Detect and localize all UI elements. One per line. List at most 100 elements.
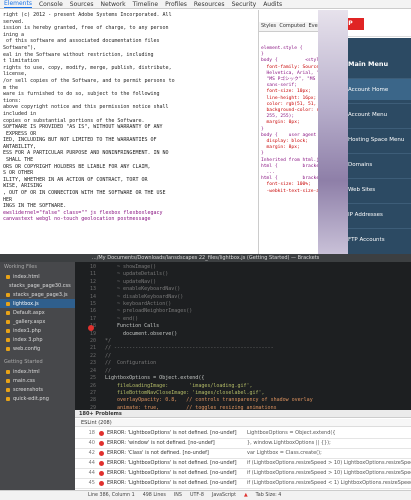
error-marker-icon[interactable] — [88, 325, 94, 331]
problem-line: 44 — [88, 460, 95, 467]
problem-message: ERROR: 'window' is not defined. [no-unde… — [107, 440, 215, 447]
working-file-item[interactable]: _gallery.aspx — [0, 317, 75, 326]
menu-item-label: Domains — [348, 161, 373, 168]
menu-item-label: Web Sites — [348, 186, 376, 193]
file-icon — [6, 274, 10, 279]
line-number: 24 — [89, 367, 96, 374]
project-file-item[interactable]: screenshots — [0, 385, 75, 394]
file-icon — [6, 346, 10, 351]
error-icon — [99, 480, 104, 486]
working-file-item[interactable]: Default.aspx — [0, 308, 75, 317]
encoding-selector[interactable]: UTF-8 — [190, 493, 204, 498]
problem-line: 45 — [88, 480, 95, 487]
code-text[interactable]: ~ showImage() ~ updateDetails() ~ update… — [101, 262, 406, 410]
source-line: ware is furnished to do so, subject to t… — [3, 91, 160, 98]
source-line: tions: — [3, 97, 22, 104]
working-file-item[interactable]: web.config — [0, 344, 75, 353]
language-selector[interactable]: JavaScript — [212, 493, 236, 498]
code-line: ~ updateDetails() — [105, 271, 169, 278]
devtools-tab[interactable]: Sources — [70, 1, 94, 8]
code-editor[interactable]: 1011121314151617181920212223242526272829… — [75, 262, 411, 410]
file-icon — [6, 292, 10, 297]
source-line: served. — [3, 18, 25, 25]
problem-source: if (LightboxOptions.resizeSpeed > 10) Li… — [247, 470, 411, 477]
code-line: // — [105, 352, 112, 359]
window-title: …/My Documents/Downloads/lansdscapes 22_… — [0, 254, 411, 262]
code-line: ~ keyboardAction() — [105, 301, 172, 308]
problems-header[interactable]: 180+ Problems — [75, 410, 411, 418]
styles-pane-tabs[interactable]: Styles Computed Event Listeners — [259, 22, 318, 32]
source-line: Software"), — [3, 44, 37, 51]
problem-message: ERROR: 'LightboxOptions' is not defined.… — [107, 470, 237, 477]
devtools-tab[interactable]: Profiles — [165, 1, 187, 8]
problem-row[interactable]: 18 ERROR: 'LightboxOptions' is not define… — [75, 429, 411, 439]
working-file-item[interactable]: index.html — [0, 272, 75, 281]
working-file-item[interactable]: stacks_page_page3.js — [0, 290, 75, 299]
project-file-item[interactable]: main.css — [0, 376, 75, 385]
style-rule-line: -webkit-text-size-adjust: 100%; — [266, 188, 318, 194]
project-file-item[interactable]: index.html — [0, 367, 75, 376]
problem-row[interactable]: 42 ERROR: 'Class' is not defined. [no-und… — [75, 449, 411, 459]
line-number: 13 — [89, 286, 96, 293]
line-number: 23 — [89, 360, 96, 367]
tab-size[interactable]: Tab Size: 4 — [256, 493, 282, 498]
problem-message: ERROR: 'LightboxOptions' is not defined.… — [107, 460, 237, 467]
eslint-group[interactable]: ESLint (208) — [75, 419, 411, 427]
problem-row[interactable]: 44 ERROR: 'LightboxOptions' is not define… — [75, 459, 411, 469]
error-icon — [99, 470, 104, 476]
source-line: ORS OR COPYRIGHT HOLDERS BE LIABLE FOR A… — [3, 163, 151, 170]
devtools-tab[interactable]: Elements — [4, 0, 32, 8]
line-number: 17 — [89, 315, 96, 322]
status-bar: Line 386, Column 1 498 Lines INS UTF-8 J… — [0, 490, 411, 500]
line-number: 28 — [89, 397, 96, 404]
working-file-item[interactable]: stacks_page_page30.css — [0, 281, 75, 290]
project-heading[interactable]: Getting Started — [0, 357, 75, 367]
project-file-item[interactable]: quick-edit.png — [0, 394, 75, 403]
source-line: ILITY, WHETHER IN AN ACTION OF CONTRACT,… — [3, 176, 148, 183]
devtools-tab[interactable]: Timeline — [133, 1, 159, 8]
insert-mode[interactable]: INS — [174, 493, 182, 498]
code-line: ~ showImage() — [105, 264, 157, 270]
source-line: ESS FOR A PARTICULAR PURPOSE AND NONINFR… — [3, 150, 169, 157]
source-line: /or sell copies of the Software, and to … — [3, 77, 175, 84]
style-rule-line: font-size: 100%; — [261, 182, 311, 188]
code-line: ~ disableKeyboardNav() — [105, 293, 184, 300]
problems-panel: 180+ Problems ESLint (208) 18 ERROR: 'Lig… — [75, 410, 411, 490]
elements-source-view[interactable]: right (c) 2012 - present Adobe Systems I… — [0, 10, 258, 254]
problem-row[interactable]: 40 ERROR: 'window' is not defined. [no-un… — [75, 439, 411, 449]
source-line: copies or substantial portions of the So… — [3, 117, 145, 124]
file-name: quick-edit.png — [13, 395, 49, 402]
warning-icon[interactable]: ▲ — [244, 493, 248, 498]
source-line: m the — [3, 84, 19, 91]
problem-line: 18 — [88, 430, 95, 437]
devtools-tab[interactable]: Console — [39, 1, 63, 8]
file-name: index 3.php — [13, 336, 43, 343]
line-number: 27 — [89, 389, 96, 396]
working-file-item[interactable]: index1.php — [0, 326, 75, 335]
working-file-item[interactable]: lightbox.js — [0, 299, 75, 308]
styles-pane[interactable]: Styles Computed Event Listeners element.… — [258, 10, 318, 254]
error-icon — [99, 450, 104, 456]
source-line: license, — [3, 71, 28, 78]
problem-row[interactable]: 44 ERROR: 'LightboxOptions' is not define… — [75, 469, 411, 479]
devtools-tabbar: Elements Console Sources Network Timeline Pro… — [0, 0, 411, 9]
error-icon — [99, 460, 104, 466]
error-icon — [99, 430, 104, 436]
problem-source: var Lightbox = Class.create(); — [247, 450, 322, 457]
problem-row[interactable]: 45 ERROR: 'LightboxOptions' is not define… — [75, 479, 411, 489]
code-line: */ — [105, 338, 112, 345]
file-icon — [6, 310, 10, 315]
devtools-tab[interactable]: Resources — [194, 1, 225, 8]
style-rule-line: Inherited from html.js.flexbox — [261, 157, 318, 163]
devtools-tab[interactable]: Security — [232, 1, 257, 8]
devtools-tab[interactable]: Audits — [263, 1, 282, 8]
source-line: included in — [3, 110, 37, 117]
working-file-item[interactable]: index 3.php — [0, 335, 75, 344]
source-line: SHALL THE — [3, 157, 34, 164]
devtools-tab[interactable]: Network — [101, 1, 126, 8]
source-line: above copyright notice and this permissi… — [3, 104, 169, 111]
line-number: 19 — [89, 330, 96, 337]
line-number: 16 — [89, 308, 96, 315]
file-name: stacks_page_page3.js — [13, 291, 68, 298]
file-name: index.html — [13, 273, 40, 280]
